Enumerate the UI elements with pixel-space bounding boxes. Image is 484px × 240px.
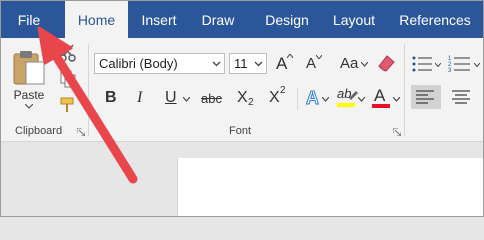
bullets-button[interactable] xyxy=(411,52,441,76)
subscript-number: 2 xyxy=(248,97,254,108)
format-painter-icon xyxy=(60,97,74,112)
subscript-glyph: X xyxy=(237,89,248,106)
font-family-dropdown[interactable]: Calibri (Body) xyxy=(94,53,225,74)
grow-font-button[interactable]: A xyxy=(273,50,295,76)
group-separator xyxy=(88,44,89,136)
shrink-font-button[interactable]: A xyxy=(303,50,325,76)
text-effects-glyph: A xyxy=(306,88,320,109)
paste-button[interactable]: Paste xyxy=(9,44,49,109)
tab-draw[interactable]: Draw xyxy=(193,1,243,38)
chevron-down-icon xyxy=(474,63,480,67)
chevron-down-icon xyxy=(393,97,400,102)
tab-layout[interactable]: Layout xyxy=(325,1,383,38)
align-left-icon xyxy=(416,90,434,104)
tab-design[interactable]: Design xyxy=(255,1,319,38)
eraser-icon xyxy=(378,55,395,72)
numbered-list-icon: 1 2 3 xyxy=(448,56,470,74)
copy-icon xyxy=(60,70,76,88)
ribbon-tab-bar: File Home Insert Draw Design Layout Refe… xyxy=(1,1,483,38)
clipboard-dialog-launcher-icon[interactable] xyxy=(77,128,85,136)
chevron-down-icon xyxy=(358,97,365,102)
italic-glyph: I xyxy=(137,89,143,106)
superscript-glyph: X xyxy=(269,89,280,106)
highlight-button[interactable]: ab xyxy=(335,86,365,112)
font-size-value: 11 xyxy=(234,56,248,71)
tab-home-label: Home xyxy=(77,12,116,28)
bullet-list-icon xyxy=(412,56,432,72)
tab-references[interactable]: References xyxy=(393,1,477,38)
word-window: File Home Insert Draw Design Layout Refe… xyxy=(0,0,484,217)
align-left-button[interactable] xyxy=(411,85,441,109)
font-group-label: Font xyxy=(229,125,252,137)
cut-button[interactable] xyxy=(57,42,79,64)
tab-references-label: References xyxy=(399,12,471,28)
svg-text:3: 3 xyxy=(448,68,452,74)
superscript-number: 2 xyxy=(280,85,286,96)
font-color-glyph: A xyxy=(374,86,386,105)
align-center-icon xyxy=(452,90,470,104)
font-size-dropdown[interactable]: 11 xyxy=(229,53,267,74)
paste-icon xyxy=(13,51,45,85)
bold-glyph: B xyxy=(105,89,117,106)
tab-insert-label: Insert xyxy=(141,12,177,28)
italic-button[interactable]: I xyxy=(131,86,151,110)
highlight-color-swatch xyxy=(337,103,355,107)
scissors-icon xyxy=(59,44,76,62)
ribbon-home: Paste Clipboard Calibri (Body) 11 A A Aa… xyxy=(1,38,483,142)
font-family-value: Calibri (Body) xyxy=(99,56,178,71)
change-case-glyph: Aa xyxy=(340,55,359,72)
clipboard-group-label: Clipboard xyxy=(15,125,63,137)
tab-file[interactable]: File xyxy=(1,1,57,38)
font-color-swatch xyxy=(372,104,390,108)
chevron-down-icon xyxy=(254,61,263,67)
grow-font-glyph: A xyxy=(276,54,288,73)
format-painter-button[interactable] xyxy=(57,94,79,116)
font-color-button[interactable]: A xyxy=(369,86,401,112)
tab-layout-label: Layout xyxy=(332,12,376,28)
group-separator xyxy=(404,44,405,136)
chevron-down-icon xyxy=(183,97,190,102)
underline-glyph: U xyxy=(165,89,177,106)
numbering-button[interactable]: 1 2 3 xyxy=(447,52,481,76)
change-case-button[interactable]: Aa xyxy=(337,50,369,76)
tab-file-label: File xyxy=(17,12,41,28)
strikethrough-button[interactable]: abc xyxy=(199,86,229,110)
text-effects-button[interactable]: A xyxy=(303,86,329,110)
caret-up-icon xyxy=(287,54,293,58)
strikethrough-glyph: abc xyxy=(201,91,222,106)
document-page[interactable] xyxy=(177,158,483,216)
chevron-down-icon xyxy=(435,63,441,67)
copy-button[interactable] xyxy=(57,68,79,90)
chevron-down-icon xyxy=(322,97,329,102)
font-dialog-launcher-icon[interactable] xyxy=(393,128,401,136)
tab-home[interactable]: Home xyxy=(65,1,128,38)
underline-button[interactable]: U xyxy=(161,86,195,110)
document-canvas xyxy=(1,142,483,216)
paste-label: Paste xyxy=(13,88,45,102)
caret-down-icon xyxy=(316,55,322,59)
align-center-button[interactable] xyxy=(447,85,477,109)
tab-draw-label: Draw xyxy=(201,12,235,28)
chevron-down-icon xyxy=(361,62,368,67)
superscript-button[interactable]: X 2 xyxy=(267,85,293,110)
paste-dropdown-icon xyxy=(25,104,33,109)
group-separator xyxy=(297,88,298,110)
clear-formatting-button[interactable] xyxy=(373,50,399,76)
chevron-down-icon xyxy=(212,61,221,67)
shrink-font-glyph: A xyxy=(306,55,317,72)
bold-button[interactable]: B xyxy=(101,86,121,110)
tab-insert[interactable]: Insert xyxy=(131,1,187,38)
tab-design-label: Design xyxy=(265,12,309,28)
subscript-button[interactable]: X 2 xyxy=(235,86,261,110)
